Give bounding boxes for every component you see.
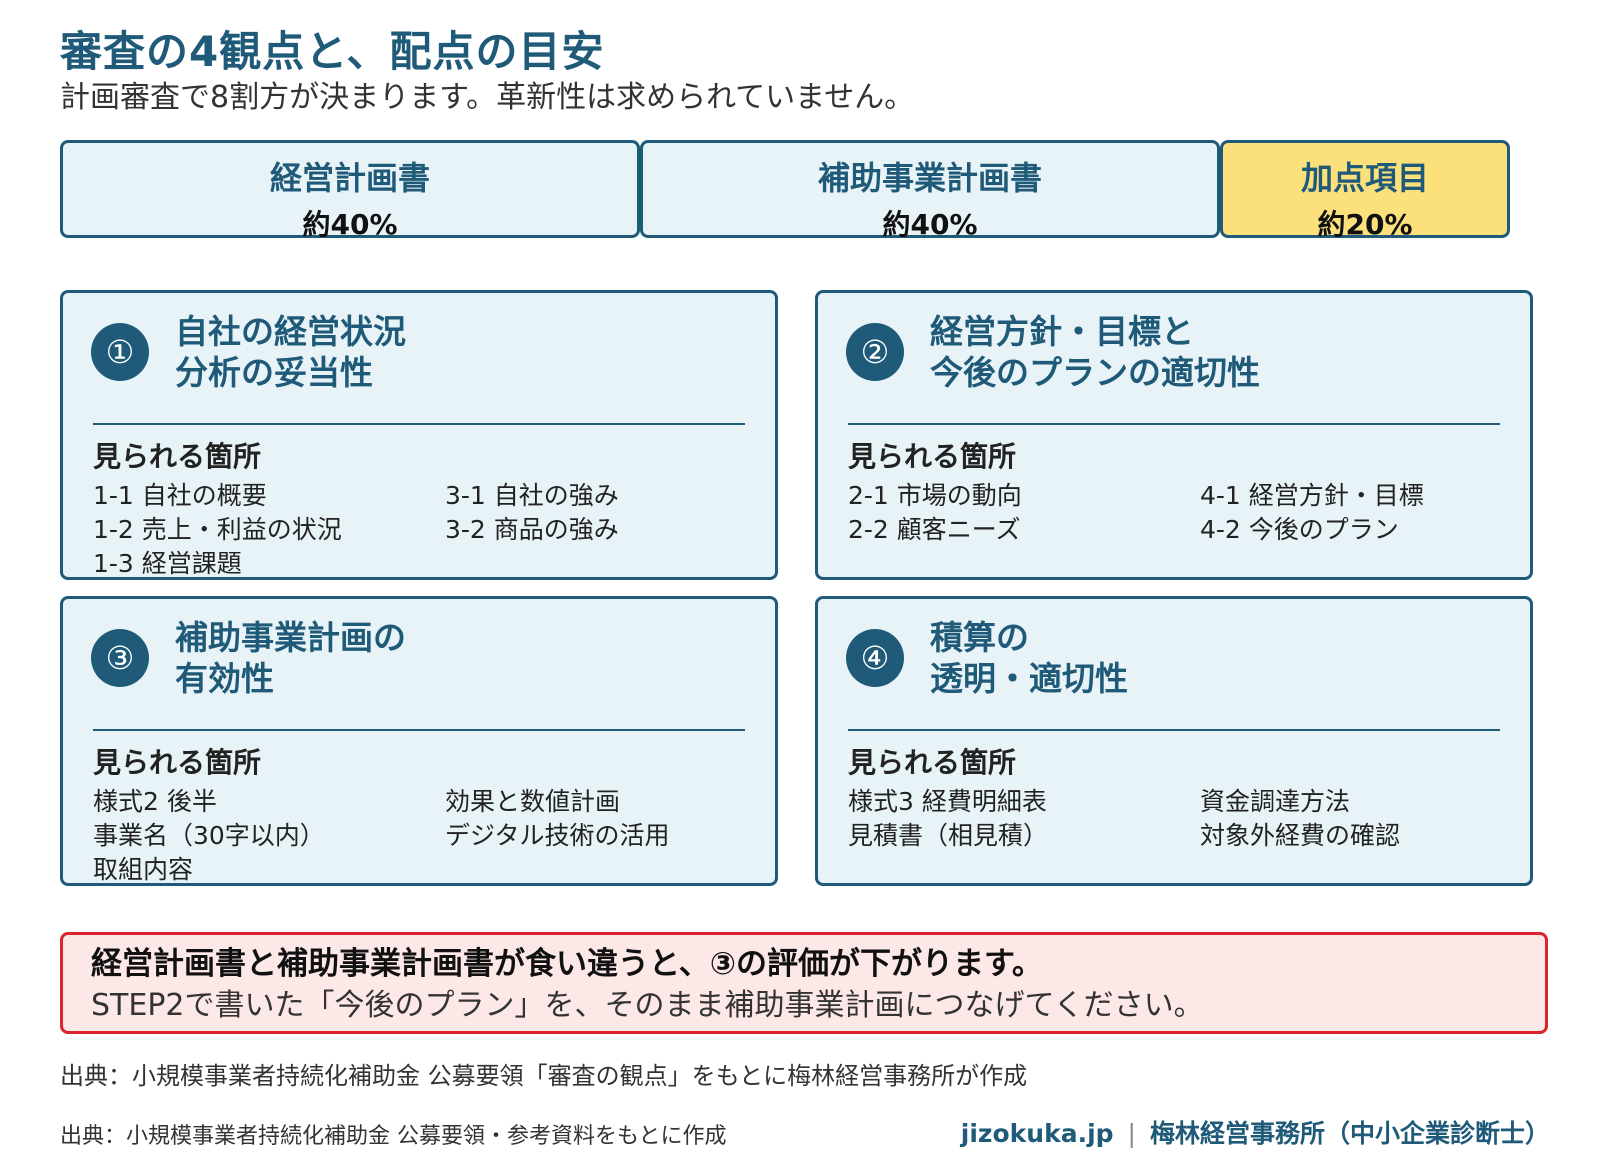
section-label: 見られる箇所	[848, 440, 1017, 473]
list-item: 4-2 今後のプラン	[1200, 515, 1399, 544]
list-item: 4-1 経営方針・目標	[1200, 481, 1424, 510]
number-badge: ①	[91, 323, 149, 381]
items-column-1: 2-1 市場の動向 2-2 顧客ニーズ	[848, 479, 1022, 547]
warning-note: 経営計画書と補助事業計画書が食い違うと、③の評価が下がります。 STEP2で書い…	[60, 932, 1548, 1034]
divider	[93, 423, 745, 425]
weight-box-bonus-items: 加点項目 約20%	[1220, 140, 1510, 241]
list-item: 取組内容	[93, 855, 194, 884]
list-item: 様式2 後半	[93, 787, 217, 816]
list-item: 2-2 顧客ニーズ	[848, 515, 1021, 544]
panel-title: 補助事業計画の 有効性	[175, 617, 406, 699]
panel-title-line1: 積算の	[930, 618, 1029, 657]
org-name: 梅林経営事務所（中小企業診断士）	[1149, 1119, 1550, 1148]
number-badge: ③	[91, 629, 149, 687]
list-item: 様式3 経費明細表	[848, 787, 1047, 816]
source-note-2: 出典：小規模事業者持続化補助金 公募要領・参考資料をもとに作成	[60, 1124, 727, 1149]
panel-title: 経営方針・目標と 今後のプランの適切性	[930, 311, 1260, 393]
list-item: 1-2 売上・利益の状況	[93, 515, 342, 544]
list-item: 見積書（相見積）	[848, 821, 1049, 850]
weight-name: 加点項目	[1300, 159, 1429, 197]
site-link[interactable]: jizokuka.jp	[961, 1119, 1114, 1148]
list-item: デジタル技術の活用	[445, 821, 670, 850]
weight-box-subsidy-plan: 補助事業計画書 約40%	[640, 140, 1220, 241]
panel-title: 自社の経営状況 分析の妥当性	[175, 311, 406, 393]
list-item: 資金調達方法	[1200, 787, 1351, 816]
panel-title-line2: 分析の妥当性	[175, 353, 373, 392]
items-column-1: 様式3 経費明細表 見積書（相見積）	[848, 785, 1048, 853]
panel-title: 積算の 透明・適切性	[930, 617, 1128, 699]
criteria-panel-3: ③ 補助事業計画の 有効性 見られる箇所 様式2 後半 事業名（30字以内） 取…	[60, 596, 778, 886]
weight-percent: 約40%	[302, 208, 398, 241]
panel-title-line1: 経営方針・目標と	[930, 312, 1194, 351]
list-item: 2-1 市場の動向	[848, 481, 1022, 510]
divider	[93, 729, 745, 731]
warning-note-headline: 経営計画書と補助事業計画書が食い違うと、③の評価が下がります。	[91, 946, 1043, 982]
items-column-1: 1-1 自社の概要 1-2 売上・利益の状況 1-3 経営課題	[93, 479, 342, 581]
section-label: 見られる箇所	[93, 746, 262, 779]
list-item: 3-2 商品の強み	[445, 515, 619, 544]
weight-name: 経営計画書	[269, 159, 430, 197]
section-label: 見られる箇所	[848, 746, 1017, 779]
panel-title-line1: 補助事業計画の	[175, 618, 406, 657]
source-note-1: 出典：小規模事業者持続化補助金 公募要領「審査の観点」をもとに梅林経営事務所が作…	[60, 1062, 1028, 1090]
panel-title-line2: 今後のプランの適切性	[930, 353, 1260, 392]
panel-title-line2: 有効性	[175, 659, 274, 698]
panel-title-line1: 自社の経営状況	[175, 312, 406, 351]
list-item: 3-1 自社の強み	[445, 481, 619, 510]
weight-box-business-plan: 経営計画書 約40%	[60, 140, 640, 241]
weight-name: 補助事業計画書	[817, 159, 1042, 197]
number-badge: ②	[846, 323, 904, 381]
footer-credits: jizokuka.jp | 梅林経営事務所（中小企業診断士）	[961, 1114, 1550, 1150]
warning-note-detail: STEP2で書いた「今後のプラン」を、そのまま補助事業計画につなげてください。	[91, 988, 1204, 1023]
items-column-2: 効果と数値計画 デジタル技術の活用	[445, 785, 670, 853]
list-item: 1-3 経営課題	[93, 549, 242, 578]
list-item: 効果と数値計画	[445, 787, 621, 816]
weight-percent: 約20%	[1317, 208, 1413, 241]
number-badge: ④	[846, 629, 904, 687]
criteria-panel-4: ④ 積算の 透明・適切性 見られる箇所 様式3 経費明細表 見積書（相見積） 資…	[815, 596, 1533, 886]
weight-percent: 約40%	[882, 208, 978, 241]
page-title: 審査の4観点と、配点の目安	[60, 27, 605, 76]
list-item: 事業名（30字以内）	[93, 821, 325, 850]
divider	[848, 729, 1500, 731]
list-item: 対象外経費の確認	[1200, 821, 1401, 850]
criteria-panel-1: ① 自社の経営状況 分析の妥当性 見られる箇所 1-1 自社の概要 1-2 売上…	[60, 290, 778, 580]
section-label: 見られる箇所	[93, 440, 262, 473]
items-column-2: 資金調達方法 対象外経費の確認	[1200, 785, 1400, 853]
panel-title-line2: 透明・適切性	[930, 659, 1128, 698]
items-column-2: 3-1 自社の強み 3-2 商品の強み	[445, 479, 619, 547]
divider	[848, 423, 1500, 425]
items-column-2: 4-1 経営方針・目標 4-2 今後のプラン	[1200, 479, 1424, 547]
footer-separator: |	[1127, 1119, 1136, 1148]
list-item: 1-1 自社の概要	[93, 481, 267, 510]
page-subtitle: 計画審査で8割方が決まります。革新性は求められていません。	[60, 80, 915, 115]
items-column-1: 様式2 後半 事業名（30字以内） 取組内容	[93, 785, 325, 887]
criteria-panel-2: ② 経営方針・目標と 今後のプランの適切性 見られる箇所 2-1 市場の動向 2…	[815, 290, 1533, 580]
